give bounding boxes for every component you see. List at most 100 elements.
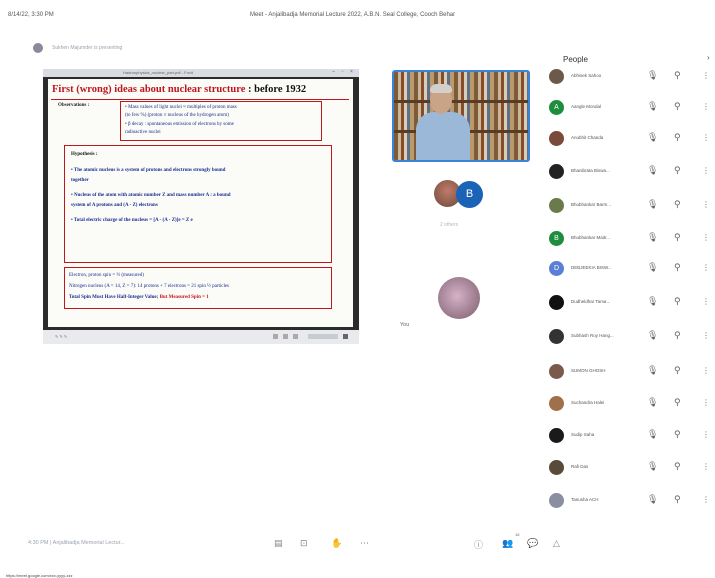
mic-icon[interactable]: 🎙 [647,296,658,307]
more-icon[interactable]: ⋮ [702,166,710,175]
activities-icon[interactable]: △ [553,538,560,549]
people-row[interactable]: B Bhubhankar Maitr... 🎙 ⚲ ⋮ [547,228,715,256]
person-name: Dudheldhar Tama... [571,299,611,304]
pin-icon[interactable]: ⚲ [674,330,681,341]
pin-icon[interactable]: ⚲ [674,101,681,112]
pin-icon[interactable]: ⚲ [674,132,681,143]
raise-hand-icon[interactable]: ✋ [331,538,342,549]
people-icon[interactable]: 👥 [502,538,513,549]
self-avatar[interactable] [438,277,480,319]
pin-icon[interactable]: ⚲ [674,429,681,440]
pin-icon[interactable]: ⚲ [674,494,681,505]
participants-count: 16 [515,532,520,537]
spin-conclusion-red: But Measured Spin = 1 [158,295,209,300]
people-row[interactable]: Anubhit Chanda 🎙 ⚲ ⋮ [547,128,715,156]
people-row[interactable]: D DEBJEEKIA BISW... 🎙 ⚲ ⋮ [547,258,715,286]
spin-conclusion-dark: Total Spin Must Have Half-Integer Value; [69,295,159,300]
chat-icon[interactable]: 💬 [527,538,538,549]
mic-icon[interactable]: 🎙 [647,262,658,273]
people-row[interactable]: Bhanibrata Biswa... 🎙 ⚲ ⋮ [547,161,715,189]
observation-line: • β decay : spontaneous emission of elec… [125,122,234,127]
spin-conclusion: Total Spin Must Have Half-Integer Value;… [69,295,209,300]
mic-icon[interactable]: 🎙 [647,199,658,210]
more-icon[interactable]: ⋮ [702,102,710,111]
more-icon[interactable]: ⋮ [702,200,710,209]
more-icon[interactable]: ⋮ [702,133,710,142]
more-icon[interactable]: ⋮ [702,462,710,471]
mic-icon[interactable]: 🎙 [647,70,658,81]
mic-icon[interactable]: 🎙 [647,494,658,505]
pin-icon[interactable]: ⚲ [674,461,681,472]
pin-icon[interactable]: ⚲ [674,296,681,307]
page-nav-icon[interactable] [273,334,278,339]
pin-icon[interactable]: ⚲ [674,199,681,210]
speaker-video-tile[interactable] [392,70,530,162]
meeting-info: 4:30 PM | Anjalibadja Memorial Lectur... [28,540,125,546]
people-row[interactable]: Bhubhankar Barm... 🎙 ⚲ ⋮ [547,195,715,223]
mic-icon[interactable]: 🎙 [647,461,658,472]
more-icon[interactable]: ⋮ [702,430,710,439]
person-avatar: D [549,261,564,276]
self-label: You [400,322,410,328]
page-nav-icon[interactable] [293,334,298,339]
close-icon[interactable]: × [349,70,354,75]
more-icon[interactable]: ⋮ [702,297,710,306]
people-row[interactable]: Abhisek Sahoo 🎙 ⚲ ⋮ [547,66,715,94]
person-avatar [549,428,564,443]
people-row[interactable]: Subhash Roy Hang... 🎙 ⚲ ⋮ [547,326,715,354]
pin-icon[interactable]: ⚲ [674,397,681,408]
more-icon[interactable]: ⋮ [702,331,710,340]
mic-icon[interactable]: 🎙 [647,232,658,243]
more-options-icon[interactable]: ⋯ [360,538,369,549]
page-nav-icon[interactable] [283,334,288,339]
close-panel-icon[interactable]: › [707,53,710,62]
people-row[interactable]: SUMON GHOSH 🎙 ⚲ ⋮ [547,361,715,389]
person-name: Bhanibrata Biswa... [571,168,610,173]
person-avatar [549,198,564,213]
mic-icon[interactable]: 🎙 [647,365,658,376]
people-row[interactable]: A Aangle Mondal 🎙 ⚲ ⋮ [547,97,715,125]
more-icon[interactable]: ⋮ [702,398,710,407]
mic-icon[interactable]: 🎙 [647,101,658,112]
shared-screen[interactable]: Hadronphysics_nuclear_part.pdf - Foxit –… [43,69,359,344]
zoom-icon[interactable] [343,334,348,339]
more-icon[interactable]: ⋮ [702,263,710,272]
mic-icon[interactable]: 🎙 [647,132,658,143]
pin-icon[interactable]: ⚲ [674,70,681,81]
pin-icon[interactable]: ⚲ [674,365,681,376]
slide-page: First (wrong) ideas about nuclear struct… [48,79,353,327]
present-icon[interactable]: ⊡ [300,538,308,549]
mic-icon[interactable]: 🎙 [647,397,658,408]
mic-icon[interactable]: 🎙 [647,429,658,440]
person-name: Aangle Mondal [571,104,602,109]
mic-icon[interactable]: 🎙 [647,165,658,176]
hypothesis-box: Hypothesis : • The atomic nucleus is a s… [64,145,332,263]
people-row[interactable]: Rafi Das 🎙 ⚲ ⋮ [547,457,715,485]
hypothesis-line: together [71,178,89,183]
person-avatar: B [549,231,564,246]
info-icon[interactable]: ⓘ [474,538,483,551]
print-title: Meet - Anjalibadja Memorial Lecture 2022… [250,12,456,18]
more-icon[interactable]: ⋮ [702,366,710,375]
pin-icon[interactable]: ⚲ [674,232,681,243]
more-icon[interactable]: ⋮ [702,495,710,504]
mic-icon[interactable]: 🎙 [647,330,658,341]
more-icon[interactable]: ⋮ [702,71,710,80]
slide-heading-red: First (wrong) ideas about nuclear struct… [52,84,246,95]
observation-line: • Mass values of light nuclei ≈ multiple… [125,105,237,110]
minimize-icon[interactable]: – [331,70,336,75]
maximize-icon[interactable]: ▫ [340,70,345,75]
participant-avatar-b[interactable]: B [456,181,483,208]
print-date: 8/14/22, 3:30 PM [8,12,54,18]
people-row[interactable]: Sudip Saha 🎙 ⚲ ⋮ [547,425,715,453]
more-icon[interactable]: ⋮ [702,233,710,242]
pin-icon[interactable]: ⚲ [674,262,681,273]
pin-icon[interactable]: ⚲ [674,165,681,176]
person-name: DEBJEEKIA BISW... [571,265,612,270]
people-row[interactable]: Tanusha ACH 🎙 ⚲ ⋮ [547,490,715,518]
people-row[interactable]: Dudheldhar Tama... 🎙 ⚲ ⋮ [547,292,715,320]
hypothesis-line: • The atomic nucleus is a system of prot… [71,168,226,173]
captions-icon[interactable]: ▤ [274,538,283,549]
zoom-slider[interactable] [308,334,338,339]
people-row[interactable]: Suchandra Halei 🎙 ⚲ ⋮ [547,393,715,421]
